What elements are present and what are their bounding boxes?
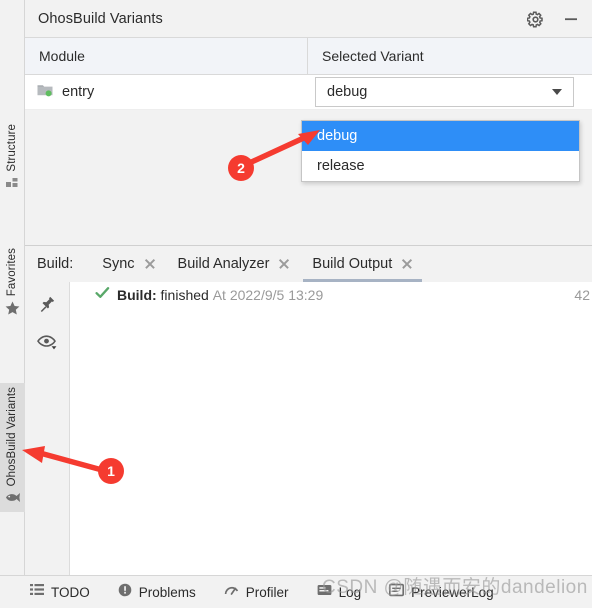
module-name-label: entry bbox=[62, 84, 95, 100]
sidebar-item-favorites[interactable]: Favorites bbox=[0, 244, 25, 323]
list-icon bbox=[30, 583, 44, 601]
column-header-selected-variant[interactable]: Selected Variant bbox=[308, 38, 592, 74]
tab-build-analyzer[interactable]: Build Analyzer bbox=[167, 246, 302, 282]
sidebar-item-structure[interactable]: Structure bbox=[0, 120, 25, 198]
rail-group-bottom: OhosBuild Variants bbox=[0, 383, 25, 513]
status-item-previewerlog[interactable]: PreviewerLog bbox=[389, 583, 494, 602]
close-icon[interactable] bbox=[144, 258, 156, 270]
rail-group-top: Structure bbox=[0, 120, 25, 198]
previewer-icon bbox=[389, 583, 405, 602]
status-item-log[interactable]: Log bbox=[317, 583, 362, 602]
page-title: OhosBuild Variants bbox=[38, 10, 163, 27]
sidebar-item-label: Structure bbox=[5, 124, 18, 172]
build-content: Build: finished At 2022/9/5 13:29 42 bbox=[25, 282, 592, 575]
minimize-icon[interactable] bbox=[560, 8, 582, 30]
table-row[interactable]: entry debug bbox=[25, 75, 592, 110]
gauge-icon bbox=[224, 583, 239, 602]
build-status-text: Build: finished At 2022/9/5 13:29 bbox=[117, 287, 323, 303]
left-tool-rail: Structure Favorites OhosBuild Variants bbox=[0, 0, 25, 575]
status-item-todo[interactable]: TODO bbox=[30, 583, 90, 601]
build-gutter-toolbar bbox=[25, 282, 70, 575]
rail-group-favorites: Favorites bbox=[0, 244, 25, 323]
panel-title-actions bbox=[524, 0, 582, 38]
build-status-result: finished bbox=[160, 287, 209, 303]
check-icon bbox=[95, 286, 110, 305]
status-item-profiler[interactable]: Profiler bbox=[224, 583, 289, 602]
sidebar-item-label: Favorites bbox=[5, 248, 18, 297]
log-icon bbox=[317, 583, 332, 602]
tab-label: Sync bbox=[102, 256, 135, 272]
cell-module: entry bbox=[25, 83, 308, 102]
build-output-tree[interactable]: Build: finished At 2022/9/5 13:29 42 bbox=[70, 282, 592, 575]
column-header-module[interactable]: Module bbox=[25, 38, 308, 74]
build-timestamp: At 2022/9/5 13:29 bbox=[212, 287, 324, 303]
dropdown-option-release[interactable]: release bbox=[302, 151, 579, 181]
fish-icon bbox=[4, 491, 21, 509]
app-window: Structure Favorites OhosBuild Variants O… bbox=[0, 0, 592, 608]
sidebar-item-label: OhosBuild Variants bbox=[5, 387, 18, 487]
status-label: Problems bbox=[138, 584, 196, 600]
folder-module-icon bbox=[37, 83, 54, 102]
annotation-badge-2: 2 bbox=[228, 155, 254, 181]
tab-label: Build Analyzer bbox=[177, 256, 270, 272]
gear-icon[interactable] bbox=[524, 8, 546, 30]
panel-title-bar: OhosBuild Variants bbox=[25, 0, 592, 38]
build-duration: 42 bbox=[574, 287, 590, 303]
tab-label: Build Output bbox=[312, 256, 393, 272]
status-label: TODO bbox=[51, 584, 90, 600]
build-status-prefix: Build: bbox=[117, 287, 157, 303]
status-label: PreviewerLog bbox=[411, 584, 494, 600]
pin-icon[interactable] bbox=[33, 292, 61, 316]
build-tool-window: Build: Sync Build Analyzer Build Output bbox=[25, 245, 592, 575]
status-label: Log bbox=[338, 584, 362, 600]
build-tab-strip: Build: Sync Build Analyzer Build Output bbox=[25, 246, 592, 282]
status-label: Profiler bbox=[245, 584, 289, 600]
cell-selected-variant: debug bbox=[308, 75, 592, 110]
variant-combobox[interactable]: debug bbox=[315, 76, 574, 107]
variant-combobox-value: debug bbox=[327, 83, 368, 100]
build-window-label: Build: bbox=[37, 256, 74, 272]
dropdown-option-debug[interactable]: debug bbox=[302, 121, 579, 151]
sidebar-item-ohosbuild-variants[interactable]: OhosBuild Variants bbox=[0, 383, 25, 513]
status-item-problems[interactable]: Problems bbox=[118, 583, 196, 602]
variant-dropdown-list[interactable]: debug release bbox=[301, 120, 580, 182]
build-output-row[interactable]: Build: finished At 2022/9/5 13:29 42 bbox=[70, 282, 592, 308]
eye-icon[interactable] bbox=[33, 330, 61, 354]
status-bar: TODO Problems Profiler Log PreviewerLog bbox=[0, 575, 592, 608]
tab-build-output[interactable]: Build Output bbox=[301, 246, 424, 282]
structure-icon bbox=[6, 177, 19, 195]
close-icon[interactable] bbox=[278, 258, 290, 270]
chevron-down-icon bbox=[552, 88, 562, 95]
star-icon bbox=[5, 301, 20, 320]
annotation-badge-1: 1 bbox=[98, 458, 124, 484]
variants-table-header: Module Selected Variant bbox=[25, 38, 592, 75]
tab-sync[interactable]: Sync bbox=[91, 246, 166, 282]
close-icon[interactable] bbox=[401, 258, 413, 270]
warning-icon bbox=[118, 583, 132, 602]
